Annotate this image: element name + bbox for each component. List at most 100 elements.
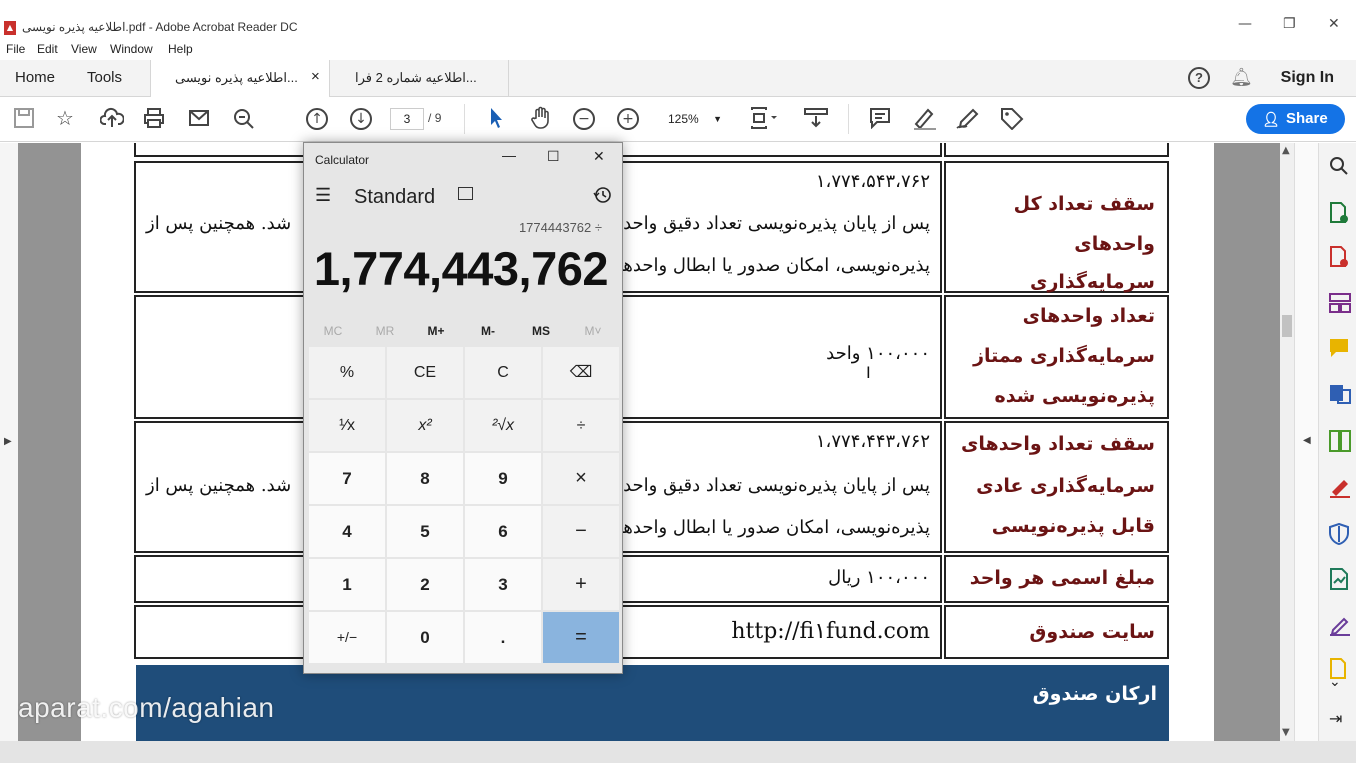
multiply-button[interactable]: × (543, 453, 619, 504)
signature-pen-icon[interactable] (1329, 614, 1351, 641)
clear-entry-button[interactable]: CE (387, 347, 463, 398)
memory-store-button[interactable]: MS (518, 324, 564, 338)
calculator-maximize-button[interactable]: ☐ (547, 148, 560, 165)
calculator-mode: Standard (354, 186, 436, 208)
collapse-tools-icon[interactable]: ⇥ (1329, 709, 1342, 729)
right-tools-pane: ⌄ ⇥ (1318, 143, 1356, 741)
hamburger-menu-icon[interactable]: ☰ (315, 185, 331, 206)
select-cursor-icon[interactable] (487, 106, 505, 135)
negate-button[interactable]: +/− (309, 612, 385, 663)
calculator-close-button[interactable]: ✕ (593, 148, 605, 165)
backspace-button[interactable]: ⌫ (543, 347, 619, 398)
square-button[interactable]: x² (387, 400, 463, 451)
organize-pages-icon[interactable] (1329, 293, 1351, 318)
zoom-level-select[interactable]: 125% ▼ (660, 108, 728, 130)
expand-left-panel-icon[interactable]: ▶ (4, 436, 12, 447)
zoom-out-icon[interactable]: − (573, 108, 595, 130)
edit-tag-icon[interactable] (999, 106, 1025, 135)
zoom-in-icon[interactable]: + (617, 108, 639, 130)
value-line: پذیره‌نویسی، امکان صدور یا ابطال واحدها (617, 517, 930, 538)
reciprocal-button[interactable]: ¹⁄x (309, 400, 385, 451)
square-root-button[interactable]: ²√x (465, 400, 541, 451)
fit-page-icon[interactable] (749, 106, 777, 135)
create-pdf-icon[interactable] (1329, 202, 1349, 229)
zoom-search-icon[interactable] (1329, 156, 1349, 181)
print-icon[interactable] (143, 107, 165, 134)
digit-3-button[interactable]: 3 (465, 559, 541, 610)
digit-4-button[interactable]: 4 (309, 506, 385, 557)
hand-tool-icon[interactable] (529, 106, 553, 135)
compare-files-icon[interactable] (1329, 430, 1351, 457)
fill-sign-icon[interactable] (1329, 476, 1351, 503)
restore-button[interactable]: ❐ (1283, 16, 1296, 32)
page-number-input[interactable]: 3 (390, 108, 424, 130)
table-row-label-cell: مبلغ اسمی هر واحد (944, 555, 1169, 603)
memory-clear-button[interactable]: MC (310, 324, 356, 338)
tab-home[interactable]: Home (15, 69, 55, 86)
export-pdf-icon[interactable] (1329, 246, 1349, 273)
menu-file[interactable]: File (6, 42, 25, 56)
menu-help[interactable]: Help (168, 42, 193, 56)
protect-shield-icon[interactable] (1329, 522, 1349, 550)
collapse-right-panel-icon[interactable]: ◀ (1303, 435, 1311, 446)
memory-subtract-button[interactable]: M- (465, 324, 511, 338)
scroll-mode-icon[interactable] (803, 106, 829, 135)
scan-ocr-icon[interactable] (1329, 382, 1351, 409)
help-icon[interactable]: ? (1188, 67, 1210, 89)
search-icon[interactable] (232, 107, 256, 136)
document-tab-2[interactable]: اطلاعیه شماره 2 فرا... (331, 60, 509, 97)
previous-page-icon[interactable]: ↑ (306, 108, 328, 130)
tab-tools[interactable]: Tools (87, 69, 122, 86)
close-window-button[interactable]: ✕ (1328, 16, 1340, 32)
next-page-icon[interactable]: ↓ (350, 108, 372, 130)
percent-button[interactable]: % (309, 347, 385, 398)
draw-signature-icon[interactable] (955, 106, 981, 135)
comment-tool-icon[interactable] (1329, 338, 1349, 363)
chevron-down-icon[interactable]: ⌄ (1329, 672, 1341, 692)
add-button[interactable]: + (543, 559, 619, 610)
memory-add-button[interactable]: M+ (413, 324, 459, 338)
digit-6-button[interactable]: 6 (465, 506, 541, 557)
memory-list-button[interactable]: M˅ (570, 324, 616, 338)
save-icon[interactable] (13, 107, 35, 134)
comment-icon[interactable] (869, 107, 891, 134)
digit-1-button[interactable]: 1 (309, 559, 385, 610)
clear-button[interactable]: C (465, 347, 541, 398)
menu-window[interactable]: Window (110, 42, 153, 56)
document-tab-active[interactable]: اطلاعیه پذیره نویسی... × (150, 60, 330, 98)
scroll-up-icon[interactable]: ▲ (1282, 145, 1290, 156)
digit-8-button[interactable]: 8 (387, 453, 463, 504)
subtract-button[interactable]: − (543, 506, 619, 557)
share-button[interactable]: 👤︎ Share (1246, 104, 1345, 134)
divide-button[interactable]: ÷ (543, 400, 619, 451)
menu-edit[interactable]: Edit (37, 42, 58, 56)
scroll-down-icon[interactable]: ▼ (1282, 727, 1290, 738)
decimal-point-button[interactable]: . (465, 612, 541, 663)
upload-cloud-icon[interactable] (99, 107, 125, 134)
calculator-window: Calculator — ☐ ✕ ☰ Standard 1774443762 ÷… (303, 142, 623, 674)
highlight-pen-icon[interactable] (912, 106, 938, 135)
digit-7-button[interactable]: 7 (309, 453, 385, 504)
fund-website-link[interactable]: http://fi۱fund.com (731, 619, 930, 644)
digit-5-button[interactable]: 5 (387, 506, 463, 557)
memory-recall-button[interactable]: MR (362, 324, 408, 338)
equals-button[interactable]: = (543, 612, 619, 663)
minimize-button[interactable]: — (1238, 16, 1252, 32)
digit-9-button[interactable]: 9 (465, 453, 541, 504)
sign-in-button[interactable]: Sign In (1281, 69, 1334, 87)
history-icon[interactable] (593, 185, 613, 210)
email-icon[interactable] (188, 107, 210, 134)
bookmark-star-icon[interactable]: ☆ (56, 106, 74, 130)
send-for-signature-icon[interactable] (1329, 568, 1351, 595)
keep-on-top-icon[interactable] (458, 187, 473, 200)
table-row-label-cell: سایت صندوق (944, 605, 1169, 659)
close-tab-icon[interactable]: × (311, 68, 320, 85)
notification-bell-icon[interactable]: 🔔︎ (1230, 67, 1253, 88)
section-header-band: ارکان صندوق (136, 665, 1169, 741)
menu-view[interactable]: View (71, 42, 97, 56)
digit-2-button[interactable]: 2 (387, 559, 463, 610)
scrollbar-thumb[interactable] (1282, 315, 1292, 337)
calculator-minimize-button[interactable]: — (502, 147, 516, 163)
vertical-scrollbar[interactable]: ▲ ▼ (1280, 143, 1294, 741)
digit-0-button[interactable]: 0 (387, 612, 463, 663)
